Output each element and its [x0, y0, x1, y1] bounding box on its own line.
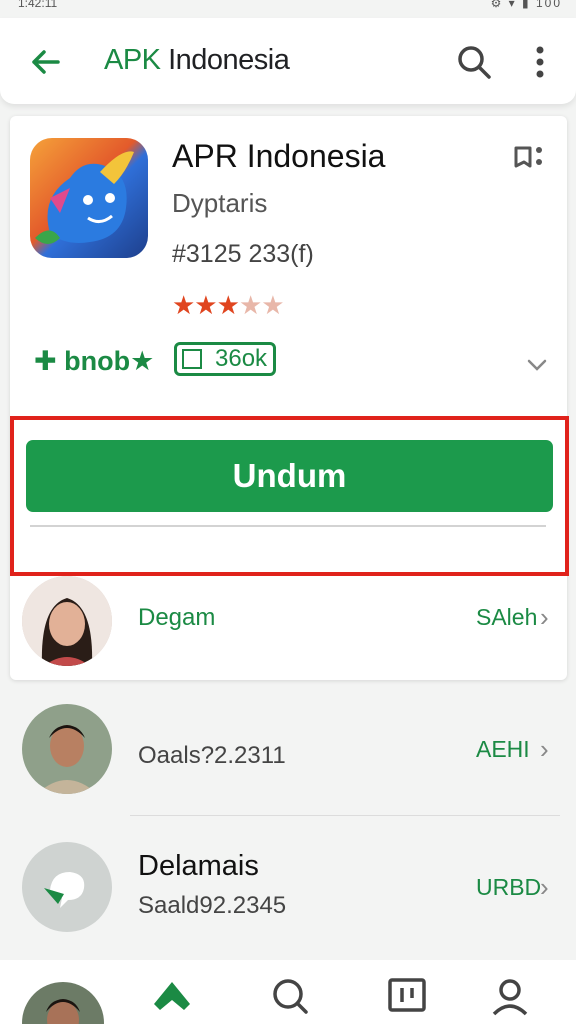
list-item[interactable]: Oaals?2.2311 AEHI › [0, 700, 576, 800]
avatar-portrait-icon [46, 999, 80, 1024]
search-icon[interactable] [452, 40, 496, 84]
badge-left: ✚ bnob★ [34, 346, 155, 376]
share-icon[interactable] [510, 140, 546, 176]
badge-box-icon [182, 349, 202, 369]
page-title-prefix: APK [104, 44, 161, 76]
more-options-icon[interactable] [522, 40, 558, 84]
app-meta: #3125 233(f) [172, 240, 314, 268]
bottom-navigation [0, 960, 576, 1024]
chevron-right-icon: › [540, 872, 549, 902]
status-time: 1:42:11 [18, 0, 58, 10]
avatar [22, 704, 112, 794]
avatar [22, 982, 104, 1024]
rating-stars: ★★★★★ [172, 290, 285, 321]
app-name: APR Indonesia [172, 138, 386, 174]
list-item-action[interactable]: SAleh [476, 604, 537, 631]
badge-box: 36ok [174, 342, 277, 376]
badge-box-label: 36ok [215, 345, 268, 372]
avatar [22, 576, 112, 666]
list-item-label: Degam [138, 604, 216, 631]
list-item-label: Oaals?2.2311 [138, 742, 286, 769]
install-button[interactable]: Undum [26, 440, 553, 512]
divider-line [130, 815, 560, 816]
status-bar: 1:42:11 ⚙ ▾ ▮ 100 [0, 0, 576, 14]
nav-home-icon[interactable] [144, 970, 200, 1024]
chat-logo-icon [44, 872, 85, 908]
list-item[interactable]: Delamais Saald92.2345 URBD › [0, 840, 576, 940]
app-bar: APK Indonesia [0, 18, 576, 104]
rating-stars-empty: ★★ [238, 290, 285, 320]
nav-library-icon[interactable] [380, 970, 436, 1024]
avatar-portrait-icon [22, 576, 112, 666]
app-icon [30, 138, 148, 258]
back-arrow-icon[interactable] [24, 40, 68, 84]
developer-name[interactable]: Dyptaris [172, 188, 267, 219]
avatar [22, 842, 112, 932]
chevron-down-icon[interactable] [524, 352, 550, 378]
list-item-title: Delamais [138, 850, 259, 882]
nav-profile-icon[interactable] [482, 970, 538, 1024]
page-title: APK Indonesia [104, 44, 290, 77]
list-item-label: Saald92.2345 [138, 892, 287, 919]
list-item[interactable]: Degam SAleh › [0, 572, 576, 672]
nav-search-icon[interactable] [262, 970, 318, 1024]
list-item-action[interactable]: URBD [476, 874, 541, 901]
avatar-portrait-icon [22, 704, 112, 794]
divider-line [30, 525, 546, 527]
chevron-right-icon: › [540, 602, 549, 632]
app-logo-icon [35, 151, 134, 244]
rating-stars-filled: ★★★ [172, 290, 240, 320]
list-item-action[interactable]: AEHI [476, 736, 530, 763]
status-icons: ⚙ ▾ ▮ 100 [490, 0, 562, 10]
page-title-rest: Indonesia [160, 44, 290, 76]
chevron-right-icon: › [540, 734, 549, 764]
